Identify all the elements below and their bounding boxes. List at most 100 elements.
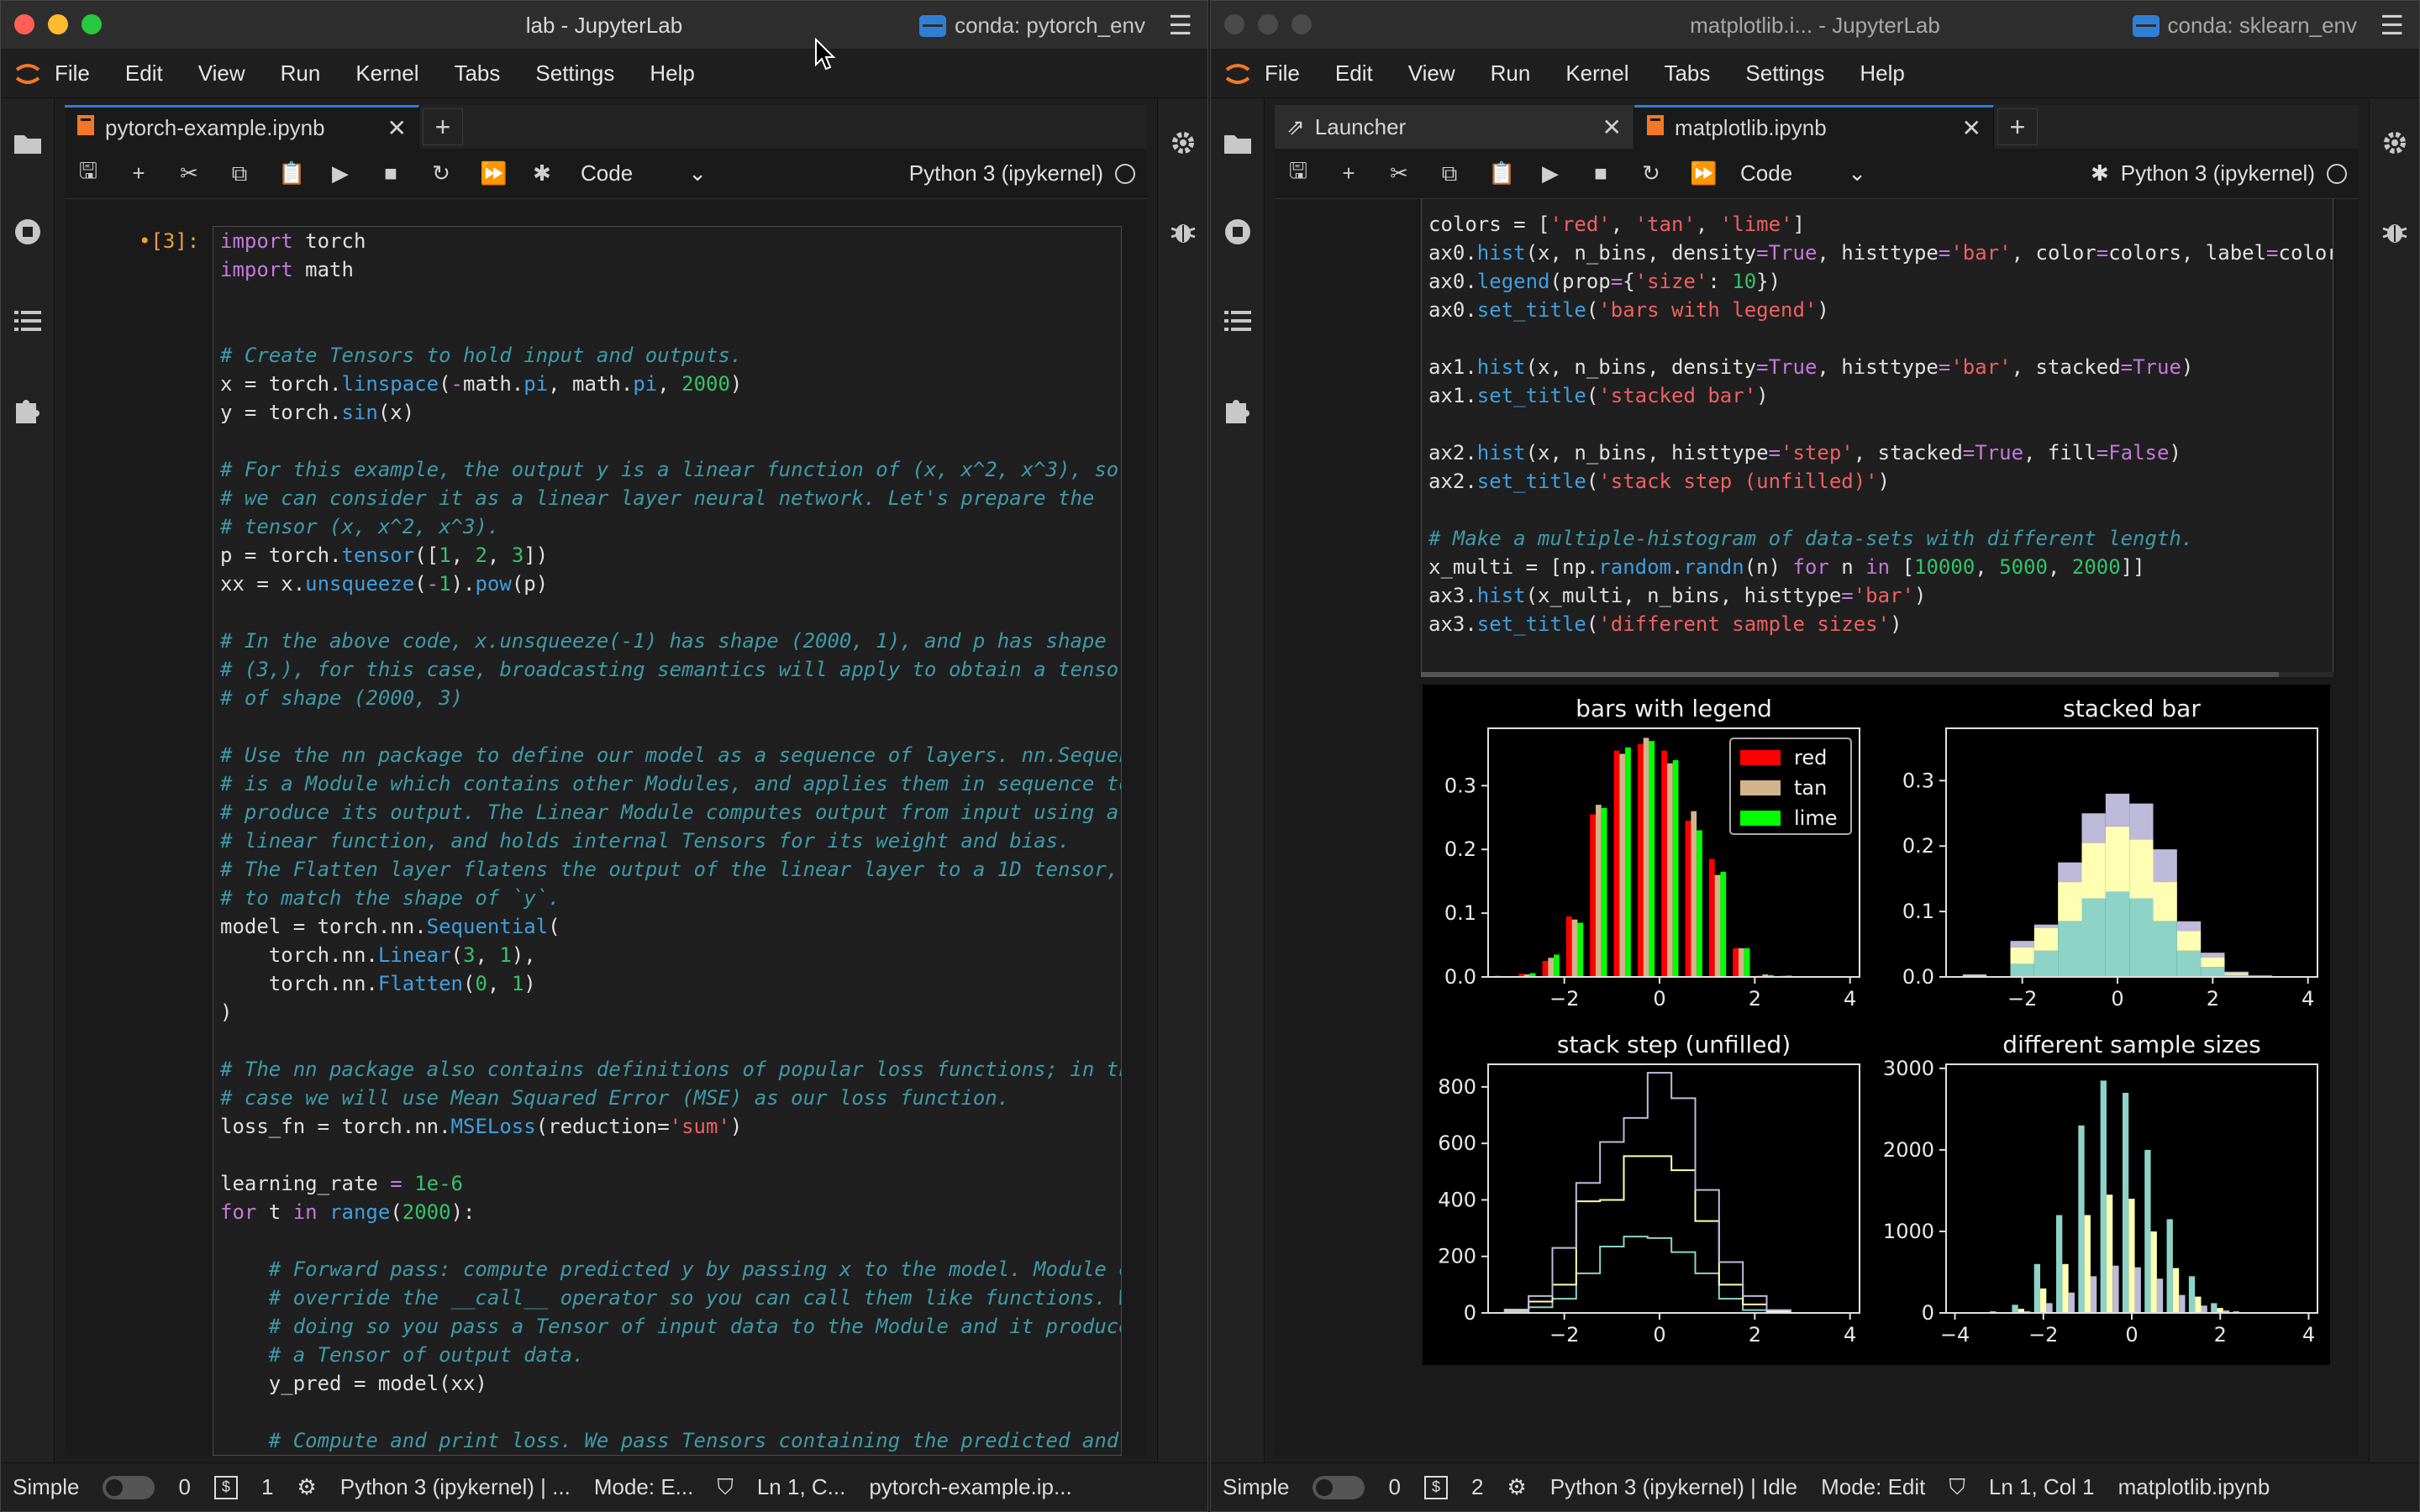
code-line[interactable]: torch.nn.Flatten(0, 1) <box>220 969 1121 998</box>
menu-file[interactable]: File <box>1265 60 1300 87</box>
menu-help[interactable]: Help <box>1860 60 1904 87</box>
stop-icon[interactable]: ■ <box>1589 160 1612 186</box>
code-line[interactable] <box>220 598 1121 627</box>
save-icon[interactable]: 🖫 <box>1286 155 1310 192</box>
code-line[interactable]: # tensor (x, x^2, x^3). <box>220 512 1121 541</box>
title-bar[interactable]: matplotlib.i... - JupyterLab conda: skle… <box>1211 1 2419 50</box>
hamburger-menu-icon[interactable]: ☰ <box>1168 12 1192 39</box>
cursor-position[interactable]: Ln 1, Col 1 <box>1989 1474 2095 1500</box>
code-line[interactable]: # The Flatten layer flatens the output o… <box>220 855 1121 884</box>
code-line[interactable]: # to match the shape of `y`. <box>220 884 1121 912</box>
table-of-contents-icon[interactable] <box>1 276 55 365</box>
code-line[interactable]: # is a Module which contains other Modul… <box>220 769 1121 798</box>
code-line[interactable]: # override the __call__ operator so you … <box>220 1284 1121 1312</box>
run-icon[interactable]: ▶ <box>1539 160 1562 186</box>
tab-launcher[interactable]: ⇗ Launcher ✕ <box>1275 105 1634 149</box>
simple-mode-toggle[interactable] <box>1313 1475 1365 1499</box>
code-line[interactable]: # Use the nn package to define our model… <box>220 741 1121 769</box>
hamburger-menu-icon[interactable]: ☰ <box>2380 12 2404 39</box>
menu-run[interactable]: Run <box>281 60 321 87</box>
cut-icon[interactable]: ✂ <box>1387 160 1411 186</box>
kernel-gear-icon[interactable]: ⚙ <box>297 1474 316 1500</box>
conda-env-indicator[interactable]: conda: sklearn_env <box>2132 13 2357 39</box>
debug-bug-icon[interactable]: ✱ <box>530 160 554 186</box>
close-tab-icon[interactable]: ✕ <box>1962 114 1981 142</box>
code-text[interactable]: colors = ['red', 'tan', 'lime'] ax0.hist(… <box>1422 199 2333 675</box>
code-line[interactable] <box>220 1026 1121 1055</box>
code-line[interactable] <box>220 1226 1121 1255</box>
folder-icon[interactable] <box>1211 98 1265 187</box>
code-line[interactable]: ax2.set_title('stack step (unfilled)') <box>1428 467 2333 496</box>
folder-icon[interactable] <box>1 98 55 187</box>
code-line[interactable]: # For this example, the output y is a li… <box>220 455 1121 484</box>
menu-help[interactable]: Help <box>650 60 694 87</box>
paste-icon[interactable]: 📋 <box>278 160 305 186</box>
menu-kernel[interactable]: Kernel <box>1565 60 1628 87</box>
code-line[interactable] <box>220 284 1121 312</box>
code-text[interactable]: import torch import math # Create Tensors … <box>213 227 1121 1455</box>
code-line[interactable]: x_multi = [np.random.randn(n) for n in [… <box>1428 553 2333 581</box>
cell-type-dropdown[interactable]: Code ⌄ <box>581 160 707 186</box>
tab-matplotlib[interactable]: matplotlib.ipynb ✕ <box>1634 105 1994 149</box>
menu-file[interactable]: File <box>55 60 90 87</box>
shield-check-icon[interactable]: ⛉ <box>717 1474 734 1501</box>
code-line[interactable] <box>220 1398 1121 1426</box>
close-tab-icon[interactable]: ✕ <box>387 114 407 142</box>
code-line[interactable]: # doing so you pass a Tensor of input da… <box>220 1312 1121 1341</box>
code-line[interactable]: # we can consider it as a linear layer n… <box>220 484 1121 512</box>
running-sessions-icon[interactable] <box>1211 187 1265 276</box>
restart-icon[interactable]: ↻ <box>429 160 453 186</box>
code-cell-editor[interactable]: colors = ['red', 'tan', 'lime'] ax0.hist(… <box>1421 199 2333 676</box>
menu-kernel[interactable]: Kernel <box>355 60 418 87</box>
save-icon[interactable]: 🖫 <box>76 155 100 192</box>
debugger-bug-icon[interactable] <box>2370 187 2419 276</box>
scrollbar-thumb[interactable] <box>1421 672 2279 677</box>
code-line[interactable]: ax1.set_title('stacked bar') <box>1428 381 2333 410</box>
code-line[interactable]: model = torch.nn.Sequential( <box>220 912 1121 941</box>
menu-settings[interactable]: Settings <box>1745 60 1824 87</box>
cut-icon[interactable]: ✂ <box>177 160 201 186</box>
code-line[interactable]: loss_fn = torch.nn.MSELoss(reduction='su… <box>220 1112 1121 1141</box>
code-line[interactable]: learning_rate = 1e-6 <box>220 1169 1121 1198</box>
code-line[interactable]: for t in range(2000): <box>220 1198 1121 1226</box>
title-bar[interactable]: lab - JupyterLab conda: pytorch_env ☰ <box>1 1 1207 50</box>
code-line[interactable]: torch.nn.Linear(3, 1), <box>220 941 1121 969</box>
terminal-icon[interactable]: $ <box>1423 1475 1448 1499</box>
code-line[interactable]: # a Tensor of output data. <box>220 1341 1121 1369</box>
simple-mode-toggle[interactable] <box>103 1475 155 1499</box>
debugger-bug-icon[interactable] <box>1158 187 1207 276</box>
cursor-position[interactable]: Ln 1, C... <box>757 1474 846 1500</box>
code-line[interactable] <box>1428 410 2333 438</box>
code-line[interactable]: colors = ['red', 'tan', 'lime'] <box>1428 210 2333 239</box>
extensions-puzzle-icon[interactable] <box>1211 365 1265 454</box>
code-line[interactable]: # of shape (2000, 3) <box>220 684 1121 712</box>
tab-pytorch-example[interactable]: pytorch-example.ipynb ✕ <box>65 105 419 149</box>
terminal-icon[interactable]: $ <box>213 1475 238 1499</box>
code-line[interactable] <box>220 712 1121 741</box>
code-line[interactable]: xx = x.unsqueeze(-1).pow(p) <box>220 570 1121 598</box>
property-inspector-gear-icon[interactable] <box>2370 98 2419 187</box>
code-line[interactable]: ax0.legend(prop={'size': 10}) <box>1428 267 2333 296</box>
menu-edit[interactable]: Edit <box>1335 60 1373 87</box>
property-inspector-gear-icon[interactable] <box>1158 98 1207 187</box>
code-line[interactable]: ax1.hist(x, n_bins, density=True, histty… <box>1428 353 2333 381</box>
insert-cell-icon[interactable]: + <box>1337 160 1360 186</box>
close-tab-icon[interactable]: ✕ <box>1602 113 1622 141</box>
code-line[interactable] <box>220 312 1121 341</box>
shield-check-icon[interactable]: ⛉ <box>1949 1474 1965 1501</box>
code-line[interactable] <box>1428 496 2333 524</box>
run-icon[interactable]: ▶ <box>329 160 352 186</box>
code-line[interactable]: ax3.hist(x_multi, n_bins, histtype='bar'… <box>1428 581 2333 610</box>
paste-icon[interactable]: 📋 <box>1488 160 1515 186</box>
running-sessions-icon[interactable] <box>1 187 55 276</box>
debug-bug-icon[interactable]: ✱ <box>2091 160 2109 186</box>
stop-icon[interactable]: ■ <box>379 160 402 186</box>
kernel-status[interactable]: Python 3 (ipykernel) | ... <box>340 1474 571 1500</box>
menu-view[interactable]: View <box>198 60 245 87</box>
code-line[interactable]: y = torch.sin(x) <box>220 398 1121 427</box>
conda-env-indicator[interactable]: conda: pytorch_env <box>919 13 1145 39</box>
code-line[interactable]: # Forward pass: compute predicted y by p… <box>220 1255 1121 1284</box>
menu-view[interactable]: View <box>1408 60 1455 87</box>
insert-cell-icon[interactable]: + <box>127 160 150 186</box>
cell-type-dropdown[interactable]: Code ⌄ <box>1740 160 1866 186</box>
